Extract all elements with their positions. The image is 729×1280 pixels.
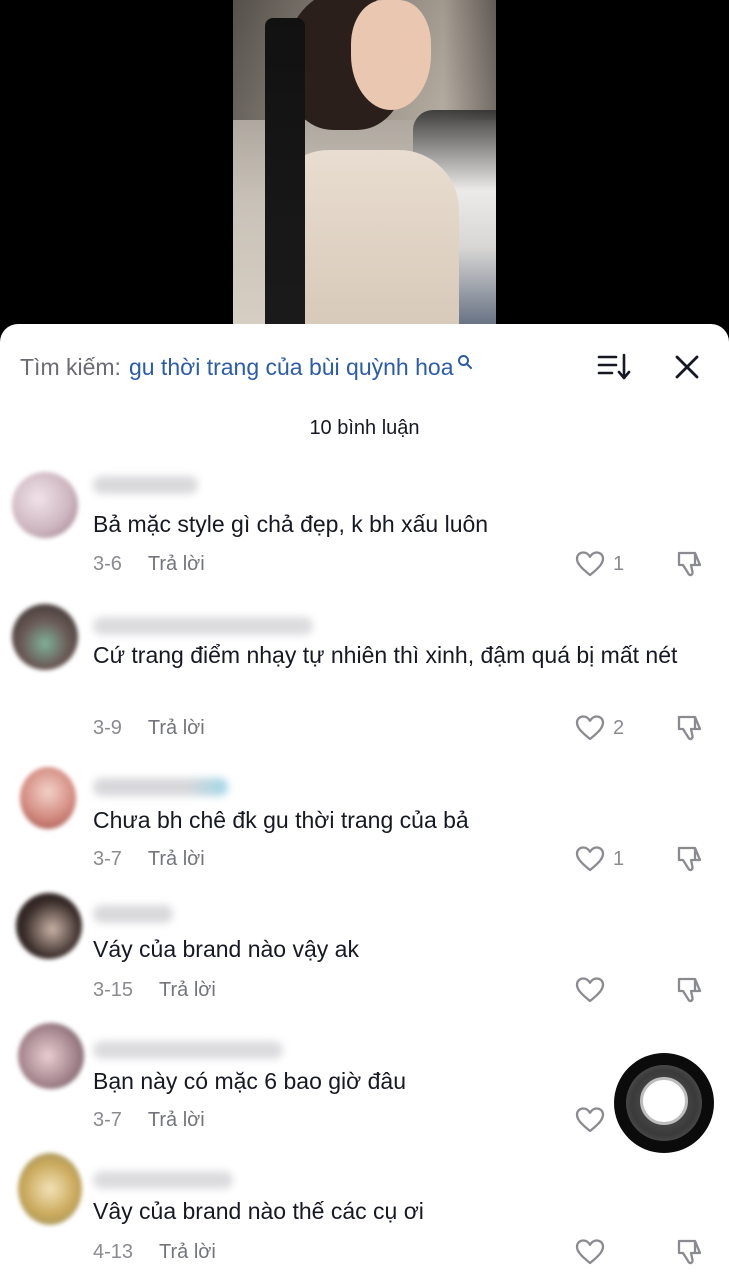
reply-button[interactable]: Trả lời <box>148 1109 205 1132</box>
avatar[interactable] <box>12 472 78 538</box>
heart-icon <box>575 977 605 1003</box>
avatar[interactable] <box>20 767 76 829</box>
assistive-touch-center <box>640 1077 688 1125</box>
search-query-link[interactable]: gu thời trang của bùi quỳnh hoa <box>129 354 454 381</box>
like-button[interactable]: 2 <box>575 713 624 743</box>
assistive-touch-button[interactable] <box>614 1053 714 1153</box>
thumbs-down-icon[interactable] <box>675 844 705 874</box>
comment-meta: 3-15 Trả lời <box>93 978 216 1002</box>
avatar[interactable] <box>18 1153 82 1225</box>
avatar[interactable] <box>18 1023 84 1089</box>
reply-button[interactable]: Trả lời <box>159 1241 216 1264</box>
heart-icon <box>575 715 605 741</box>
comment-date: 3-15 <box>93 978 134 1001</box>
comment-count: 10 bình luận <box>309 417 420 439</box>
username-blurred[interactable] <box>93 1041 283 1059</box>
search-prefix: Tìm kiếm: <box>20 353 121 380</box>
comment-meta: 3-6 Trả lời <box>93 552 205 576</box>
heart-icon <box>575 551 605 577</box>
reply-button[interactable]: Trả lời <box>148 717 205 740</box>
comment-item: Bả mặc style gì chả đẹp, k bh xấu luôn 3… <box>0 464 729 584</box>
comment-text: Váy của brand nào vậy ak <box>93 936 359 962</box>
comment-item: Cứ trang điểm nhạy tự nhiên thì xinh, đậ… <box>0 599 729 749</box>
comment-text: Vây của brand nào thế các cụ ơi <box>93 1198 424 1224</box>
comment-item: Vây của brand nào thế các cụ ơi 4-13 Trả… <box>0 1149 729 1280</box>
sort-button[interactable] <box>596 350 632 384</box>
video-hair-ribbon <box>265 18 305 338</box>
comments-sheet: Tìm kiếm: gu thời trang của bùi quỳnh ho… <box>0 324 729 1280</box>
comment-item: Váy của brand nào vậy ak 3-15 Trả lời <box>0 889 729 1009</box>
video-player[interactable] <box>0 0 729 340</box>
comment-text: Cứ trang điểm nhạy tự nhiên thì xinh, đậ… <box>93 642 678 668</box>
avatar[interactable] <box>16 893 82 959</box>
username-blurred[interactable] <box>93 476 198 494</box>
comment-text: Bả mặc style gì chả đẹp, k bh xấu luôn <box>93 511 489 537</box>
username-blurred[interactable] <box>93 905 173 923</box>
heart-icon <box>575 846 605 872</box>
username-blurred[interactable] <box>93 1171 233 1189</box>
like-button[interactable]: 1 <box>575 549 624 579</box>
like-button[interactable]: 1 <box>575 844 624 874</box>
like-button[interactable] <box>575 1237 613 1267</box>
reply-button[interactable]: Trả lời <box>148 848 205 871</box>
video-face <box>351 0 431 110</box>
like-button[interactable] <box>575 1105 613 1135</box>
username-blurred[interactable] <box>93 778 228 796</box>
thumbs-down-icon[interactable] <box>675 975 705 1005</box>
close-icon[interactable] <box>670 350 704 384</box>
thumbs-down-icon[interactable] <box>675 713 705 743</box>
thumbs-down-icon[interactable] <box>675 549 705 579</box>
like-count: 1 <box>613 847 625 870</box>
heart-icon <box>575 1107 605 1133</box>
comment-meta: 4-13 Trả lời <box>93 1240 216 1264</box>
username-blurred[interactable] <box>93 617 313 635</box>
search-bar[interactable]: Tìm kiếm: gu thời trang của bùi quỳnh ho… <box>20 352 473 382</box>
thumbs-down-icon[interactable] <box>675 1237 705 1267</box>
avatar[interactable] <box>12 604 78 670</box>
reply-button[interactable]: Trả lời <box>159 979 216 1002</box>
comment-item: Chưa bh chê đk gu thời trang của bả 3-7 … <box>0 764 729 879</box>
comment-text: Chưa bh chê đk gu thời trang của bả <box>93 807 469 833</box>
heart-icon <box>575 1239 605 1265</box>
video-frame <box>233 0 496 340</box>
search-icon[interactable] <box>457 354 473 370</box>
comment-date: 3-7 <box>93 1108 122 1131</box>
like-count: 1 <box>613 552 625 575</box>
reply-button[interactable]: Trả lời <box>148 553 205 576</box>
comment-meta: 3-7 Trả lời <box>93 1108 205 1132</box>
comment-date: 3-6 <box>93 552 122 575</box>
like-count: 2 <box>613 716 625 739</box>
comment-meta: 3-9 Trả lời <box>93 716 205 740</box>
comment-date: 3-7 <box>93 847 122 870</box>
comment-meta: 3-7 Trả lời <box>93 847 205 871</box>
like-button[interactable] <box>575 975 613 1005</box>
comment-date: 4-13 <box>93 1240 134 1263</box>
comment-date: 3-9 <box>93 716 122 739</box>
